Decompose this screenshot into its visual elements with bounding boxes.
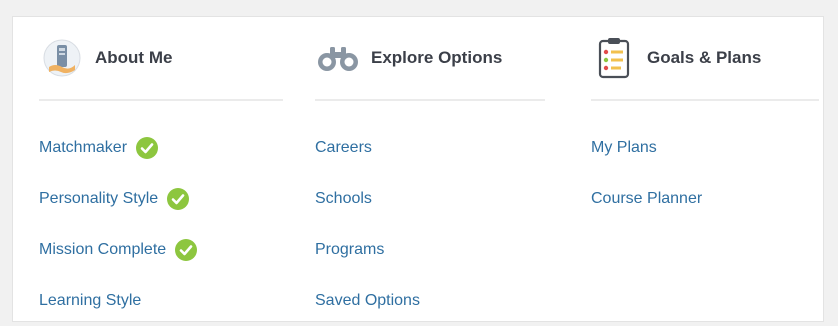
binoculars-icon (315, 35, 361, 81)
menu-item-schools[interactable]: Schools (315, 173, 545, 224)
goals-plans-header: Goals & Plans (591, 17, 819, 101)
check-circle-icon (136, 136, 159, 159)
about-me-column: About Me Matchmaker Personality Style Mi… (39, 17, 283, 326)
menu-item-label: Personality Style (39, 189, 159, 207)
explore-options-column: Explore Options Careers Schools Programs… (315, 17, 545, 326)
menu-item-label: Course Planner (591, 189, 703, 207)
about-me-header: About Me (39, 17, 283, 101)
explore-options-title: Explore Options (371, 48, 503, 67)
menu-item-label: Mission Complete (39, 240, 167, 258)
menu-item-personality-style[interactable]: Personality Style (39, 173, 283, 224)
menu-item-careers[interactable]: Careers (315, 122, 545, 173)
menu-item-mission-complete[interactable]: Mission Complete (39, 224, 283, 275)
menu-item-label: Saved Options (315, 291, 420, 309)
menu-item-label: Matchmaker (39, 138, 128, 156)
menu-item-programs[interactable]: Programs (315, 224, 545, 275)
check-circle-icon (167, 187, 190, 210)
checklist-icon (591, 35, 637, 81)
about-me-title: About Me (95, 48, 173, 67)
menu-item-course-planner[interactable]: Course Planner (591, 173, 819, 224)
menu-item-matchmaker[interactable]: Matchmaker (39, 122, 283, 173)
check-circle-icon (175, 238, 198, 261)
navigation-panel: About Me Matchmaker Personality Style Mi… (12, 16, 824, 322)
menu-item-label: Careers (315, 138, 372, 156)
menu-item-my-plans[interactable]: My Plans (591, 122, 819, 173)
badge-icon (39, 35, 85, 81)
menu-item-learning-style[interactable]: Learning Style (39, 275, 283, 326)
menu-item-label: Learning Style (39, 291, 142, 309)
explore-options-header: Explore Options (315, 17, 545, 101)
menu-item-saved-options[interactable]: Saved Options (315, 275, 545, 326)
goals-plans-column: Goals & Plans My Plans Course Planner (591, 17, 819, 224)
menu-item-label: Programs (315, 240, 385, 258)
goals-plans-title: Goals & Plans (647, 48, 762, 67)
menu-item-label: Schools (315, 189, 372, 207)
menu-item-label: My Plans (591, 138, 657, 156)
